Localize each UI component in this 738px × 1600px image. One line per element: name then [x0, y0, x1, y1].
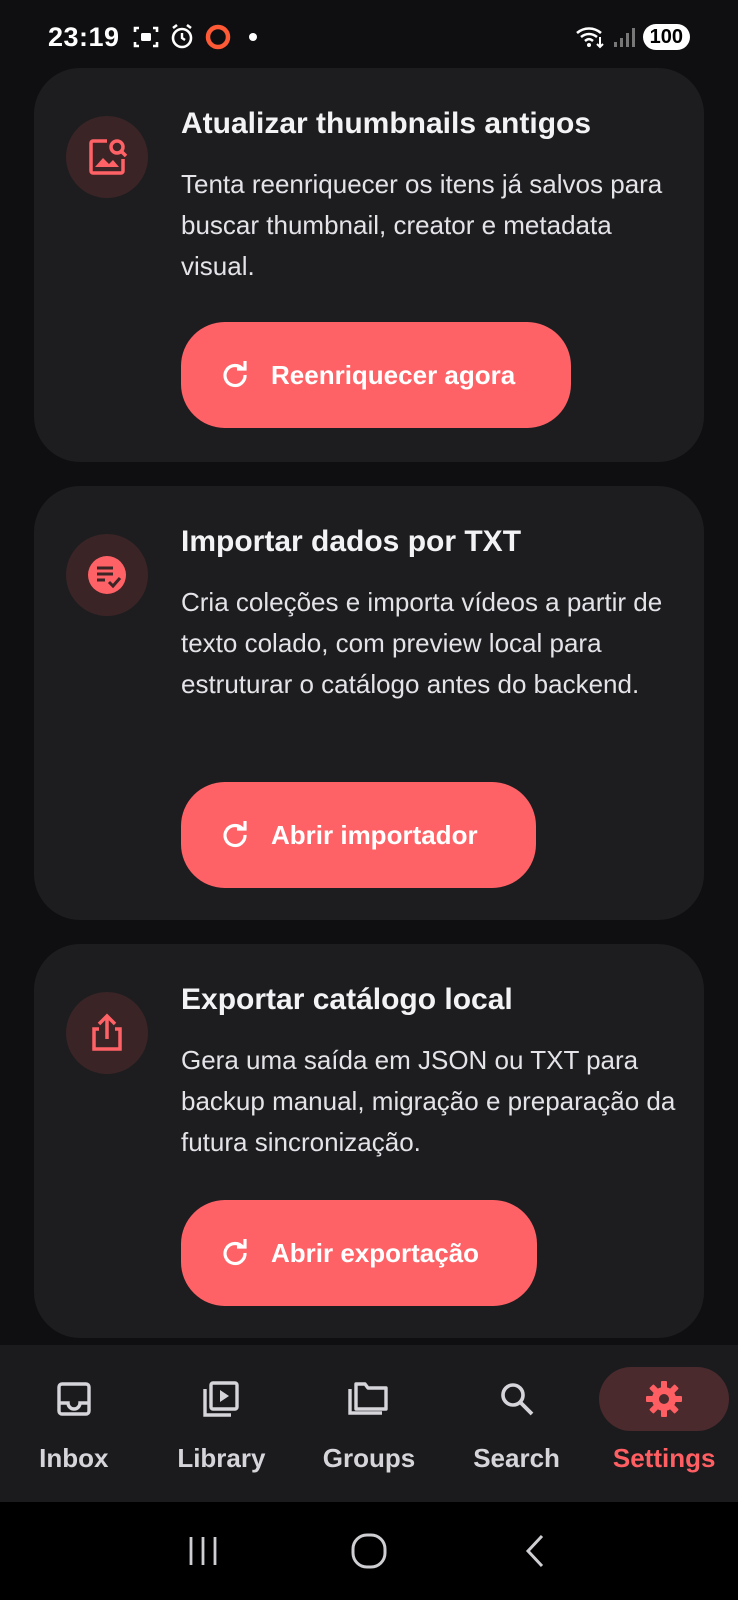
reenrich-now-button[interactable]: Reenriquecer agora	[181, 322, 571, 428]
system-navigation-bar	[0, 1502, 738, 1600]
button-label: Abrir exportação	[271, 1237, 480, 1268]
wifi-icon	[575, 25, 605, 49]
nav-item-groups[interactable]: Groups	[295, 1345, 443, 1502]
inbox-icon	[9, 1367, 139, 1431]
notification-dot	[248, 33, 257, 41]
image-search-icon	[66, 116, 148, 198]
battery-indicator: 100	[642, 24, 690, 50]
gear-icon	[599, 1367, 730, 1431]
screenshot-icon	[132, 24, 160, 50]
bottom-navigation: Inbox Library Groups Search Settings	[0, 1345, 738, 1502]
nav-label: Library	[177, 1443, 266, 1473]
video-library-icon	[156, 1367, 286, 1431]
status-right-icons: 100	[575, 24, 690, 50]
nav-label: Settings	[612, 1443, 716, 1473]
back-button[interactable]	[495, 1521, 575, 1581]
record-ring-icon	[204, 23, 232, 51]
open-export-button[interactable]: Abrir exportação	[181, 1200, 537, 1306]
signal-icon	[613, 26, 635, 48]
nav-label: Search	[473, 1443, 560, 1473]
alarm-icon	[169, 23, 195, 51]
card-export-catalog: Exportar catálogo local Gera uma saída e…	[34, 944, 704, 1338]
settings-screen: 23:19 100 Atualizar thumbnails antigos T…	[0, 0, 738, 1600]
recent-apps-button[interactable]	[163, 1521, 243, 1581]
nav-item-library[interactable]: Library	[148, 1345, 296, 1502]
folders-icon	[304, 1367, 434, 1431]
search-icon	[452, 1367, 582, 1431]
open-importer-button[interactable]: Abrir importador	[181, 782, 536, 888]
nav-item-settings[interactable]: Settings	[590, 1345, 738, 1502]
share-icon	[66, 992, 148, 1074]
nav-item-search[interactable]: Search	[443, 1345, 591, 1502]
home-button[interactable]	[329, 1521, 409, 1581]
card-refresh-thumbnails: Atualizar thumbnails antigos Tenta reenr…	[34, 68, 704, 462]
nav-label: Inbox	[39, 1443, 109, 1473]
card-title: Importar dados por TXT	[181, 525, 522, 558]
status-left-icons	[132, 23, 257, 51]
status-bar: 23:19 100	[0, 0, 738, 74]
card-description: Tenta reenriquecer os itens já salvos pa…	[181, 169, 663, 281]
card-title: Atualizar thumbnails antigos	[181, 107, 592, 140]
nav-item-inbox[interactable]: Inbox	[0, 1345, 148, 1502]
button-label: Abrir importador	[271, 819, 478, 850]
card-description: Cria coleções e importa vídeos a partir …	[181, 587, 663, 699]
button-label: Reenriquecer agora	[271, 359, 516, 390]
list-check-icon	[66, 534, 148, 616]
card-title: Exportar catálogo local	[181, 983, 513, 1016]
refresh-icon	[221, 1239, 249, 1267]
card-import-txt: Importar dados por TXT Cria coleções e i…	[34, 486, 704, 920]
nav-label: Groups	[322, 1443, 416, 1473]
status-time: 23:19	[48, 21, 120, 52]
refresh-icon	[221, 821, 249, 849]
card-description: Gera uma saída em JSON ou TXT para backu…	[181, 1045, 676, 1157]
refresh-icon	[221, 361, 249, 389]
